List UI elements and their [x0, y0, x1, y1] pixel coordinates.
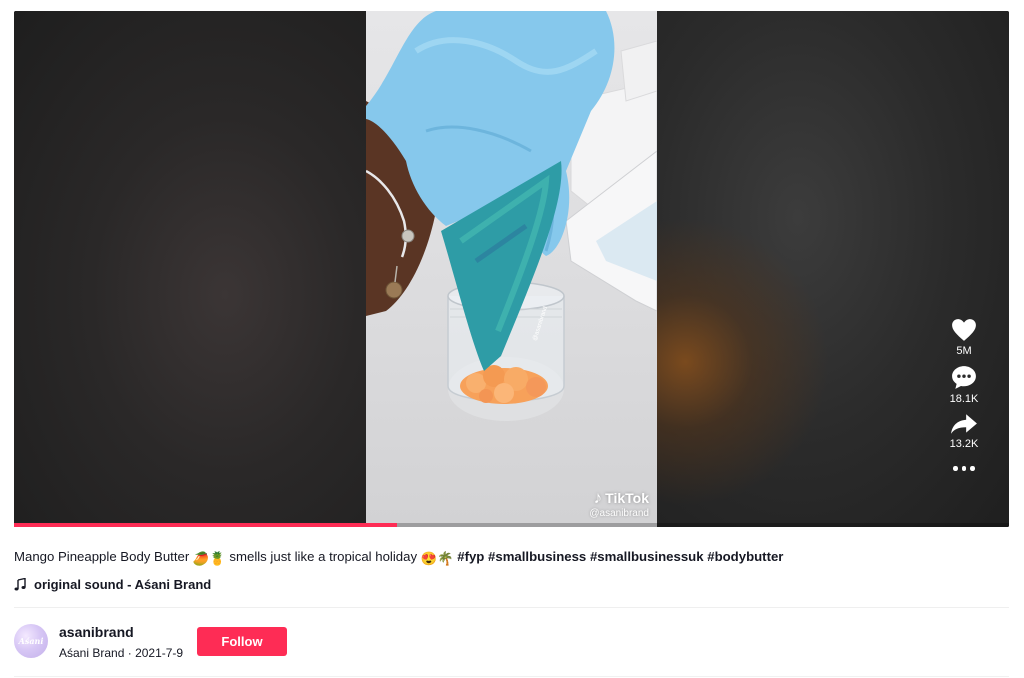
author-subline: Aśani Brand · 2021-7-9 [59, 646, 183, 660]
watermark-brand-text: TikTok [605, 489, 649, 506]
heart-icon [952, 319, 976, 341]
video-blur-background-left [14, 11, 366, 527]
hashtag-link[interactable]: #bodybutter [707, 549, 783, 564]
follow-button[interactable]: Follow [197, 627, 287, 656]
music-note-icon [14, 578, 26, 591]
video-actions: 5M 18.1K 13.2K [944, 318, 984, 471]
sound-label: original sound - Aśani Brand [34, 577, 212, 592]
original-sound-link[interactable]: original sound - Aśani Brand [14, 577, 211, 592]
dot [961, 466, 967, 471]
author-username[interactable]: asanibrand [59, 624, 134, 640]
hashtag-link[interactable]: #fyp [457, 549, 484, 564]
watermark-handle: @asanibrand [589, 508, 649, 519]
mango-pineapple-emoji: 🥭🍍 [192, 551, 226, 566]
avatar-logo-text: Aśani [18, 636, 44, 646]
divider [14, 676, 1009, 677]
hashtag-link[interactable]: #smallbusinessuk [590, 549, 704, 564]
share-icon [951, 414, 977, 434]
more-dots-icon[interactable] [953, 466, 975, 471]
caption-text-2: smells just like a tropical holiday [229, 549, 418, 564]
dot [970, 466, 975, 471]
hashtag-link[interactable]: #smallbusiness [488, 549, 586, 564]
divider [14, 607, 1009, 608]
comment-count: 18.1K [949, 393, 979, 405]
avatar[interactable]: Aśani [14, 624, 48, 658]
share-count: 13.2K [949, 438, 979, 450]
video-frame[interactable]: @asanibrand ♪ TikTok @asanibrand [366, 11, 657, 527]
comment-button[interactable]: 18.1K [949, 365, 979, 405]
post-date: 2021-7-9 [135, 646, 184, 660]
like-button[interactable]: 5M [951, 318, 977, 357]
video-player[interactable]: @asanibrand ♪ TikTok @asanibrand [14, 11, 1009, 527]
dot [953, 466, 958, 471]
author-info: Aśani asanibrand Aśani Brand · 2021-7-9 … [14, 622, 1009, 662]
video-caption: Mango Pineapple Body Butter 🥭🍍 smells ju… [14, 549, 783, 567]
video-progress-fill [14, 523, 398, 527]
heart-eyes-palm-emoji: 😍🌴 [420, 551, 454, 566]
author-display-name: Aśani Brand [59, 646, 125, 660]
share-button[interactable]: 13.2K [949, 413, 979, 450]
tiktok-watermark: ♪ TikTok @asanibrand [589, 489, 649, 519]
tiktok-logo-icon: ♪ [593, 488, 603, 507]
video-scene-image: @asanibrand [366, 11, 657, 421]
like-count: 5M [956, 345, 972, 357]
comment-icon [952, 366, 976, 389]
video-progress-bar[interactable] [14, 523, 1009, 527]
watermark-brand: ♪ TikTok [589, 489, 649, 506]
caption-text-1: Mango Pineapple Body Butter [14, 549, 190, 564]
separator-dot: · [127, 646, 132, 660]
